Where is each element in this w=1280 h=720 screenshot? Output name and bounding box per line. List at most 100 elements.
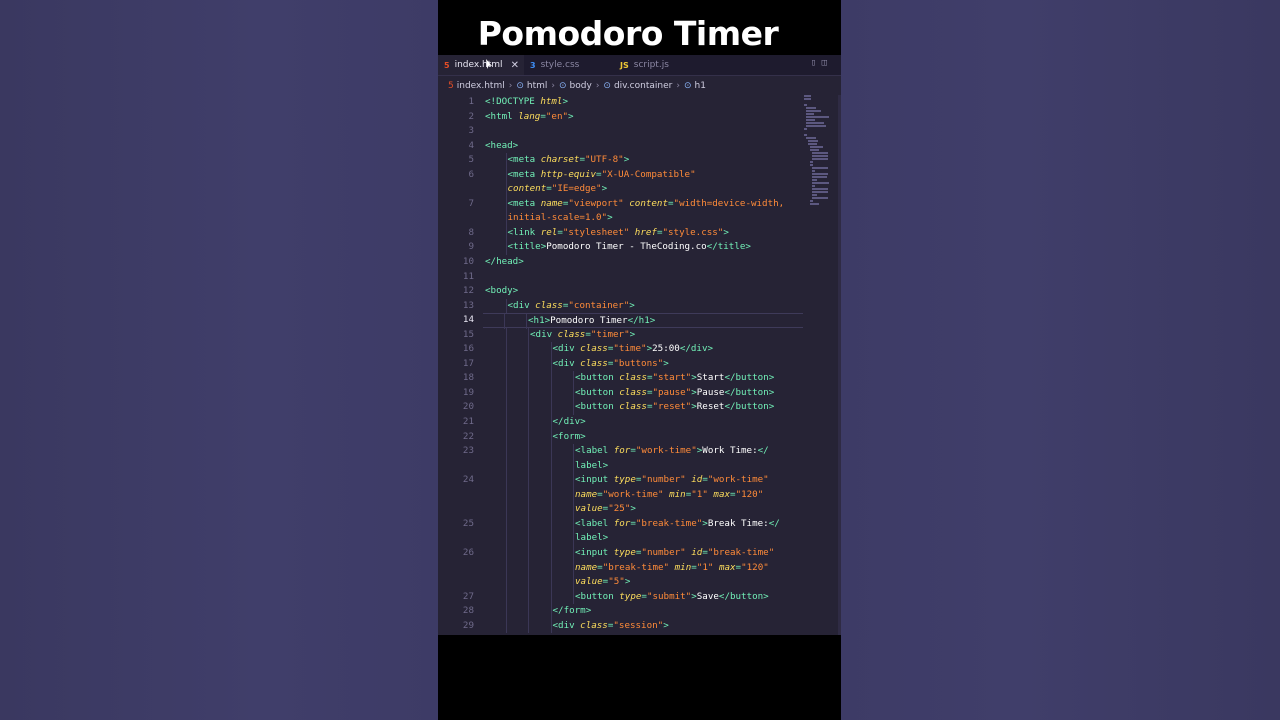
code-line[interactable]: <body> [485, 284, 803, 299]
code-line[interactable]: <div class="session"> [485, 618, 803, 634]
code-line[interactable]: <button class="start">Start</button> [485, 371, 803, 386]
code-line[interactable] [485, 270, 803, 285]
indent-guide [573, 385, 574, 401]
indent-guide [505, 618, 507, 634]
code-line[interactable]: </head> [485, 255, 803, 270]
code-line[interactable]: name="work-time" min="1" max="120" [485, 487, 803, 503]
code-token: 25:00 [652, 343, 680, 355]
code-line[interactable]: initial-scale=1.0"> [485, 211, 803, 226]
code-token: "pause" [652, 386, 692, 398]
code-line[interactable]: value="5"> [485, 575, 803, 590]
code-line[interactable]: content="IE=edge"> [485, 182, 803, 197]
tab-script-js[interactable]: JS script.js [620, 55, 700, 75]
code-line[interactable]: <button class="reset">Reset</button> [485, 400, 803, 416]
code-line[interactable]: <div class="time">25:00</div> [485, 342, 803, 357]
code-token: <input [575, 474, 614, 486]
code-token: http-equiv [540, 168, 597, 180]
js-file-icon: JS [620, 60, 629, 70]
code-line[interactable]: <html lang="en"> [485, 110, 803, 125]
minimap-line [812, 152, 829, 154]
indent-guide [573, 487, 574, 503]
code-line[interactable]: <label for="work-time">Work Time:</ [485, 444, 803, 459]
html-file-icon: 5 [448, 81, 454, 91]
indent-guide [528, 371, 529, 386]
code-token: Pause [696, 386, 725, 398]
indent-guide [528, 473, 529, 488]
code-line[interactable]: <h1>Pomodoro Timer</h1> [483, 313, 803, 329]
line-number: 11 [462, 270, 474, 282]
code-token: <head> [485, 139, 519, 151]
code-token: lang [518, 110, 541, 122]
code-token: label> [575, 459, 609, 471]
code-token: "reset" [652, 401, 692, 413]
indent-guide [505, 473, 507, 488]
scrollbar[interactable] [838, 95, 841, 635]
code-area[interactable]: <!DOCTYPE html> <html lang="en"> <head> <me… [483, 95, 803, 634]
minimap[interactable] [804, 95, 837, 205]
minimap-line [806, 110, 822, 112]
code-token: class [580, 357, 608, 369]
code-line[interactable]: <button type="submit">Save</button> [485, 589, 803, 605]
code-line[interactable]: <div class="timer"> [485, 327, 803, 343]
minimap-line [808, 140, 819, 142]
code-line[interactable]: <!DOCTYPE html> [485, 95, 803, 110]
breadcrumb-item[interactable]: div.container [614, 81, 672, 91]
breadcrumb-item[interactable]: index.html [457, 81, 505, 91]
code-line[interactable]: <form> [485, 429, 803, 445]
code-token: > [601, 183, 608, 195]
indent-guide [550, 458, 552, 474]
minimap-line [804, 98, 812, 100]
tab-style-css[interactable]: 3 style.css [530, 55, 610, 75]
code-line[interactable]: value="25"> [485, 502, 803, 517]
indent-guide [550, 560, 552, 576]
indent-guide [573, 531, 574, 546]
indent-guide [505, 342, 507, 357]
code-token: <!DOCTYPE [485, 96, 541, 107]
code-line[interactable]: <label for="break-time">Break Time:</ [485, 516, 803, 532]
code-line[interactable]: <div class="buttons"> [485, 356, 803, 372]
indent-guide [550, 604, 552, 619]
code-token: > [629, 299, 635, 311]
code-line[interactable]: <meta charset="UTF-8"> [485, 153, 803, 168]
code-line[interactable]: <input type="number" id="work-time" [485, 473, 803, 488]
code-token: > [630, 503, 636, 515]
indent-guide [528, 575, 529, 590]
code-line[interactable]: <head> [485, 139, 803, 154]
code-token: value [575, 576, 603, 588]
code-token: <div [552, 343, 581, 355]
breadcrumb-item[interactable]: h1 [694, 81, 705, 91]
code-line[interactable] [485, 124, 803, 139]
code-line[interactable]: <meta http-equiv="X-UA-Compatible" [485, 167, 803, 183]
close-icon[interactable]: ✕ [511, 60, 519, 71]
code-line[interactable]: label> [485, 458, 803, 474]
code-token: "break-time" [707, 546, 775, 558]
code-line[interactable]: </div> [485, 415, 803, 430]
code-token: max [718, 561, 736, 573]
code-line[interactable]: <div class="container"> [485, 298, 803, 314]
code-token: "work-time" [635, 445, 697, 457]
code-line[interactable]: label> [485, 531, 803, 546]
code-line[interactable]: name="break-time" min="1" max="120" [485, 560, 803, 576]
code-line[interactable]: <link rel="stylesheet" href="style.css"> [485, 225, 803, 241]
code-token: </button> [718, 590, 769, 602]
code-line[interactable]: <meta name="viewport" content="width=dev… [485, 196, 803, 212]
line-number: 13 [462, 299, 474, 311]
code-line[interactable]: <title>Pomodoro Timer - TheCoding.co</ti… [485, 240, 803, 256]
breadcrumb-item[interactable]: body [570, 81, 592, 91]
indent-guide [550, 385, 552, 401]
code-token: rel [540, 226, 558, 238]
code-token: content [507, 183, 547, 195]
split-editor-icon[interactable]: ▯ ◫ [811, 58, 827, 68]
code-token: class [619, 386, 647, 398]
code-line[interactable]: <button class="pause">Pause</button> [485, 385, 803, 401]
code-token: "time" [613, 343, 647, 355]
breadcrumb-item[interactable]: html [527, 81, 548, 91]
tab-index-html[interactable]: 5 index.html ✕ [438, 55, 524, 75]
chevron-right-icon: › [676, 81, 680, 91]
line-number: 2 [468, 110, 474, 122]
indent-guide [505, 575, 507, 590]
line-number: 6 [468, 168, 474, 180]
code-line[interactable]: <input type="number" id="break-time" [485, 545, 803, 561]
indent-guide [505, 560, 507, 576]
code-line[interactable]: </form> [485, 604, 803, 619]
